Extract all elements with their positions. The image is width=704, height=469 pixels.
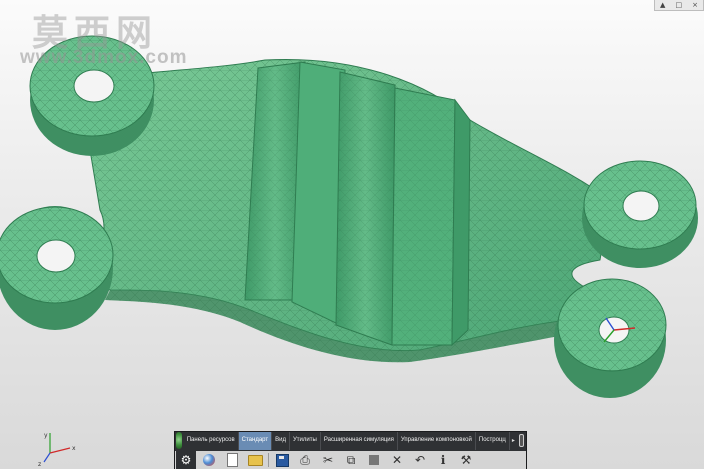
tab-advanced-simulation[interactable]: Расширенная симуляция (321, 432, 398, 450)
window-controls: ▲ □ × (654, 0, 704, 11)
ribbon-toolbar: Панель ресурсов Стандарт Вид Утилиты Рас… (174, 431, 527, 469)
print-icon[interactable]: ⎙ (295, 452, 315, 468)
boss-right-lower (554, 278, 667, 398)
app-logo-button[interactable] (176, 432, 182, 449)
copy-icon[interactable]: ⧉ (341, 452, 361, 468)
tools-icon[interactable]: ⚒ (456, 452, 476, 468)
undo-icon[interactable]: ↶ (410, 452, 430, 468)
restore-icon[interactable]: □ (675, 0, 682, 10)
save-disk-icon[interactable] (272, 452, 292, 468)
boss-mid-left (0, 206, 114, 330)
settings-gear-icon[interactable]: ⚙ (176, 451, 196, 469)
tab-construction[interactable]: Построцц (476, 432, 510, 450)
info-icon[interactable]: ℹ (433, 452, 453, 468)
tab-standard[interactable]: Стандарт (238, 432, 273, 450)
svg-text:z: z (38, 461, 41, 468)
ribbon-tabs: Панель ресурсов Стандарт Вид Утилиты Рас… (175, 432, 526, 450)
svg-text:y: y (44, 432, 48, 439)
tab-resource-panel[interactable]: Панель ресурсов (184, 432, 239, 450)
open-folder-icon[interactable] (245, 452, 265, 468)
tab-utilities[interactable]: Утилиты (290, 432, 321, 450)
cut-icon[interactable]: ✂ (318, 452, 338, 468)
axis-triad-icon: y x z (38, 432, 76, 468)
open-document-icon[interactable] (222, 452, 242, 468)
new-file-icon[interactable] (199, 452, 219, 468)
tabs-more-arrow-icon[interactable]: ▸ (510, 432, 517, 450)
watermark-url: www.3dmox.com (20, 47, 188, 68)
close-icon[interactable]: × (692, 0, 698, 10)
svg-text:x: x (72, 445, 76, 452)
paste-icon[interactable] (364, 452, 384, 468)
scroll-up-icon[interactable]: ▲ (660, 0, 665, 10)
part-render: y x z (0, 35, 698, 468)
graphics-viewport[interactable]: y x z (0, 0, 704, 469)
tab-layout-management[interactable]: Управление компоновкой (398, 432, 476, 450)
ribbon-menu-icon[interactable] (518, 434, 524, 447)
separator (268, 453, 269, 467)
boss-right-upper (582, 160, 698, 268)
ribbon-tools: ⚙ ⎙ ✂ ⧉ ✕ ↶ ℹ ⚒ (175, 451, 526, 469)
tab-view[interactable]: Вид (272, 432, 290, 450)
delete-icon[interactable]: ✕ (387, 452, 407, 468)
